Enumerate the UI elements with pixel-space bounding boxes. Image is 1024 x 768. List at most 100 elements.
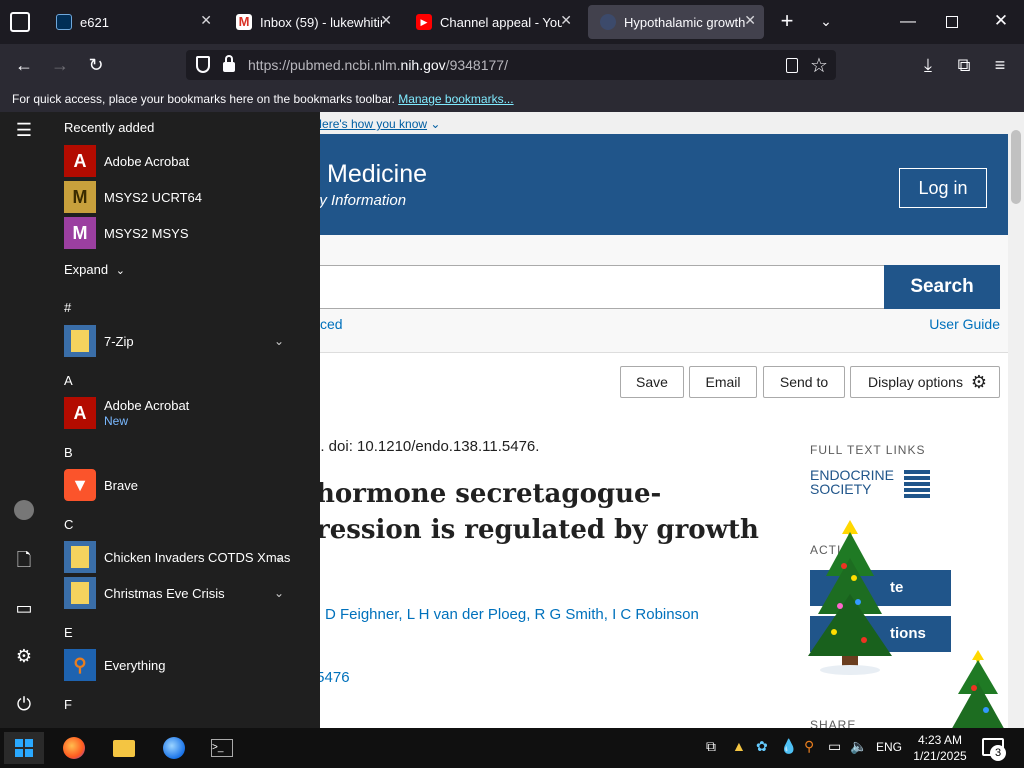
close-window-icon[interactable]: ✕	[990, 10, 1012, 32]
close-tab-icon[interactable]: ✕	[200, 12, 212, 29]
everything-tray-icon[interactable]: ⚲	[804, 738, 814, 755]
advanced-search-link[interactable]: ced	[320, 316, 343, 332]
tray-app-icon[interactable]: ▲	[732, 738, 746, 754]
taskbar: >_ ⧉ ▲ ✿ 💧 ⚲ ▭ 🔈 ENG 4:23 AM 1/21/2025 3	[0, 728, 1024, 768]
manage-bookmarks-link[interactable]: Manage bookmarks...	[398, 92, 513, 106]
start-item-christmas-eve-crisis[interactable]: Christmas Eve Crisis ⌄	[64, 576, 304, 610]
new-tab-icon[interactable]: +	[776, 10, 798, 32]
hamburger-menu-icon[interactable]: ≡	[986, 52, 1014, 78]
search-input[interactable]	[300, 265, 884, 309]
restore-icon[interactable]	[946, 16, 958, 28]
firefox-icon[interactable]	[54, 732, 94, 764]
start-item-chicken-invaders[interactable]: Chicken Invaders COTDS Xmas ⌄	[64, 540, 304, 574]
tab-title: Hypothalamic growth h	[624, 14, 746, 30]
group-letter-hash[interactable]: #	[64, 300, 71, 315]
thunderbird-icon[interactable]	[154, 732, 194, 764]
downloads-icon[interactable]: ⤓	[914, 52, 942, 78]
hamburger-menu-icon[interactable]: ☰	[12, 118, 36, 142]
windows-start-icon[interactable]	[4, 732, 44, 764]
navigation-bar: ← → ↻ https://pubmed.ncbi.nlm.nih.gov/93…	[0, 44, 1024, 86]
adobe-acrobat-icon: A	[64, 397, 96, 429]
close-tab-icon[interactable]: ✕	[380, 12, 392, 29]
task-view-icon[interactable]: ⧉	[706, 738, 716, 755]
tab-inbox[interactable]: M Inbox (59) - lukewhiting ✕	[224, 5, 400, 39]
tab-pubmed[interactable]: Hypothalamic growth h ✕	[588, 5, 764, 39]
page-scrollbar[interactable]	[1008, 112, 1024, 728]
terminal-icon[interactable]: >_	[202, 732, 242, 764]
bookmarks-hint: For quick access, place your bookmarks h…	[12, 92, 395, 106]
user-guide-link[interactable]: User Guide	[929, 316, 1000, 332]
tray-app-icon[interactable]: ✿	[756, 738, 768, 755]
language-indicator[interactable]: ENG	[876, 740, 902, 754]
group-letter-b[interactable]: B	[64, 445, 73, 460]
gmail-icon: M	[236, 14, 252, 30]
group-letter-f[interactable]: F	[64, 697, 72, 712]
login-button[interactable]: Log in	[899, 168, 987, 208]
address-bar[interactable]: https://pubmed.ncbi.nlm.nih.gov/9348177/…	[186, 50, 836, 80]
extensions-icon[interactable]: ⧉	[950, 52, 978, 78]
list-all-tabs-icon[interactable]: ⌄	[816, 10, 836, 32]
start-menu: ☰ 🗋 ▭ ⚙ ⏻ Recently added A Adobe Acrobat…	[0, 112, 320, 728]
url-path: /9348177/	[445, 57, 508, 73]
pictures-icon[interactable]: ▭	[12, 596, 36, 620]
minimize-icon[interactable]: —	[898, 12, 918, 32]
start-item-7-zip[interactable]: 7-Zip ⌄	[64, 324, 304, 358]
tab-list-icon[interactable]	[10, 12, 30, 32]
group-letter-a[interactable]: A	[64, 373, 73, 388]
msys2-ucrt64-icon: M	[64, 181, 96, 213]
send-to-button[interactable]: Send to	[763, 366, 845, 398]
close-tab-icon[interactable]: ✕	[744, 12, 756, 29]
documents-icon[interactable]: 🗋	[12, 548, 36, 572]
msys2-msys-icon: M	[64, 217, 96, 249]
group-letter-e[interactable]: E	[64, 625, 73, 640]
app-name: Brave	[104, 477, 138, 493]
full-text-links-heading: FULL TEXT LINKS	[810, 443, 926, 457]
email-button[interactable]: Email	[689, 366, 757, 398]
clock-date: 1/21/2025	[913, 749, 967, 763]
display-options-button[interactable]: Display options ⚙	[850, 366, 1000, 398]
url-host: nih.gov	[400, 57, 446, 73]
close-tab-icon[interactable]: ✕	[560, 12, 572, 29]
chevron-down-icon[interactable]: ⌄	[274, 586, 284, 600]
expand-button[interactable]: Expand ⌄	[64, 262, 125, 277]
start-item-brave[interactable]: ▼ Brave	[64, 468, 304, 502]
back-arrow-icon[interactable]: ←	[10, 52, 38, 78]
chevron-down-icon[interactable]: ⌄	[274, 550, 284, 564]
logo-title[interactable]: Medicine	[327, 160, 427, 189]
forward-arrow-icon[interactable]: →	[46, 52, 74, 78]
tray-drop-icon[interactable]: 💧	[780, 738, 797, 755]
reader-view-icon[interactable]	[786, 58, 798, 73]
settings-gear-icon[interactable]: ⚙	[12, 644, 36, 668]
search-button[interactable]: Search	[884, 265, 1000, 309]
network-icon[interactable]: ▭	[828, 738, 841, 755]
notification-count-badge: 3	[990, 745, 1006, 761]
start-item-adobe-acrobat[interactable]: A Adobe Acrobat New	[64, 396, 304, 430]
system-clock[interactable]: 4:23 AM 1/21/2025	[912, 732, 968, 764]
chevron-down-icon[interactable]: ⌄	[274, 334, 284, 348]
bookmark-star-icon[interactable]: ☆	[810, 53, 828, 78]
start-item-adobe-acrobat-recent[interactable]: A Adobe Acrobat	[64, 144, 304, 178]
user-avatar-icon[interactable]	[12, 500, 36, 524]
group-letter-c[interactable]: C	[64, 517, 73, 532]
tab-strip: e621 ✕ M Inbox (59) - lukewhiting ✕ ▶ Ch…	[0, 0, 1024, 44]
reload-icon[interactable]: ↻	[82, 52, 110, 78]
endocrine-society-logo[interactable]: ENDOCRINE SOCIETY	[810, 467, 930, 498]
authors-list[interactable]: D Feighner, L H van der Ploeg, R G Smith…	[325, 606, 699, 623]
shield-icon[interactable]	[196, 56, 210, 73]
tab-youtube[interactable]: ▶ Channel appeal - YouTube ✕	[404, 5, 580, 39]
tab-e621[interactable]: e621 ✕	[44, 5, 220, 39]
new-badge: New	[104, 413, 129, 428]
scrollbar-thumb[interactable]	[1011, 130, 1021, 204]
publisher-line1: ENDOCRINE	[810, 467, 895, 483]
folder-icon	[64, 577, 96, 609]
app-name: Everything	[104, 657, 166, 673]
start-item-everything[interactable]: ⚲ Everything	[64, 648, 304, 682]
url-text[interactable]: https://pubmed.ncbi.nlm.nih.gov/9348177/	[248, 57, 508, 73]
save-button[interactable]: Save	[620, 366, 684, 398]
start-item-msys2-ucrt64[interactable]: M MSYS2 UCRT64	[64, 180, 304, 214]
file-explorer-icon[interactable]	[104, 732, 144, 764]
heres-how-you-know-link[interactable]: Here's how you know	[313, 117, 427, 131]
start-item-msys2-msys[interactable]: M MSYS2 MSYS	[64, 216, 304, 250]
volume-icon[interactable]: 🔈	[850, 738, 867, 755]
power-icon[interactable]: ⏻	[12, 692, 36, 716]
